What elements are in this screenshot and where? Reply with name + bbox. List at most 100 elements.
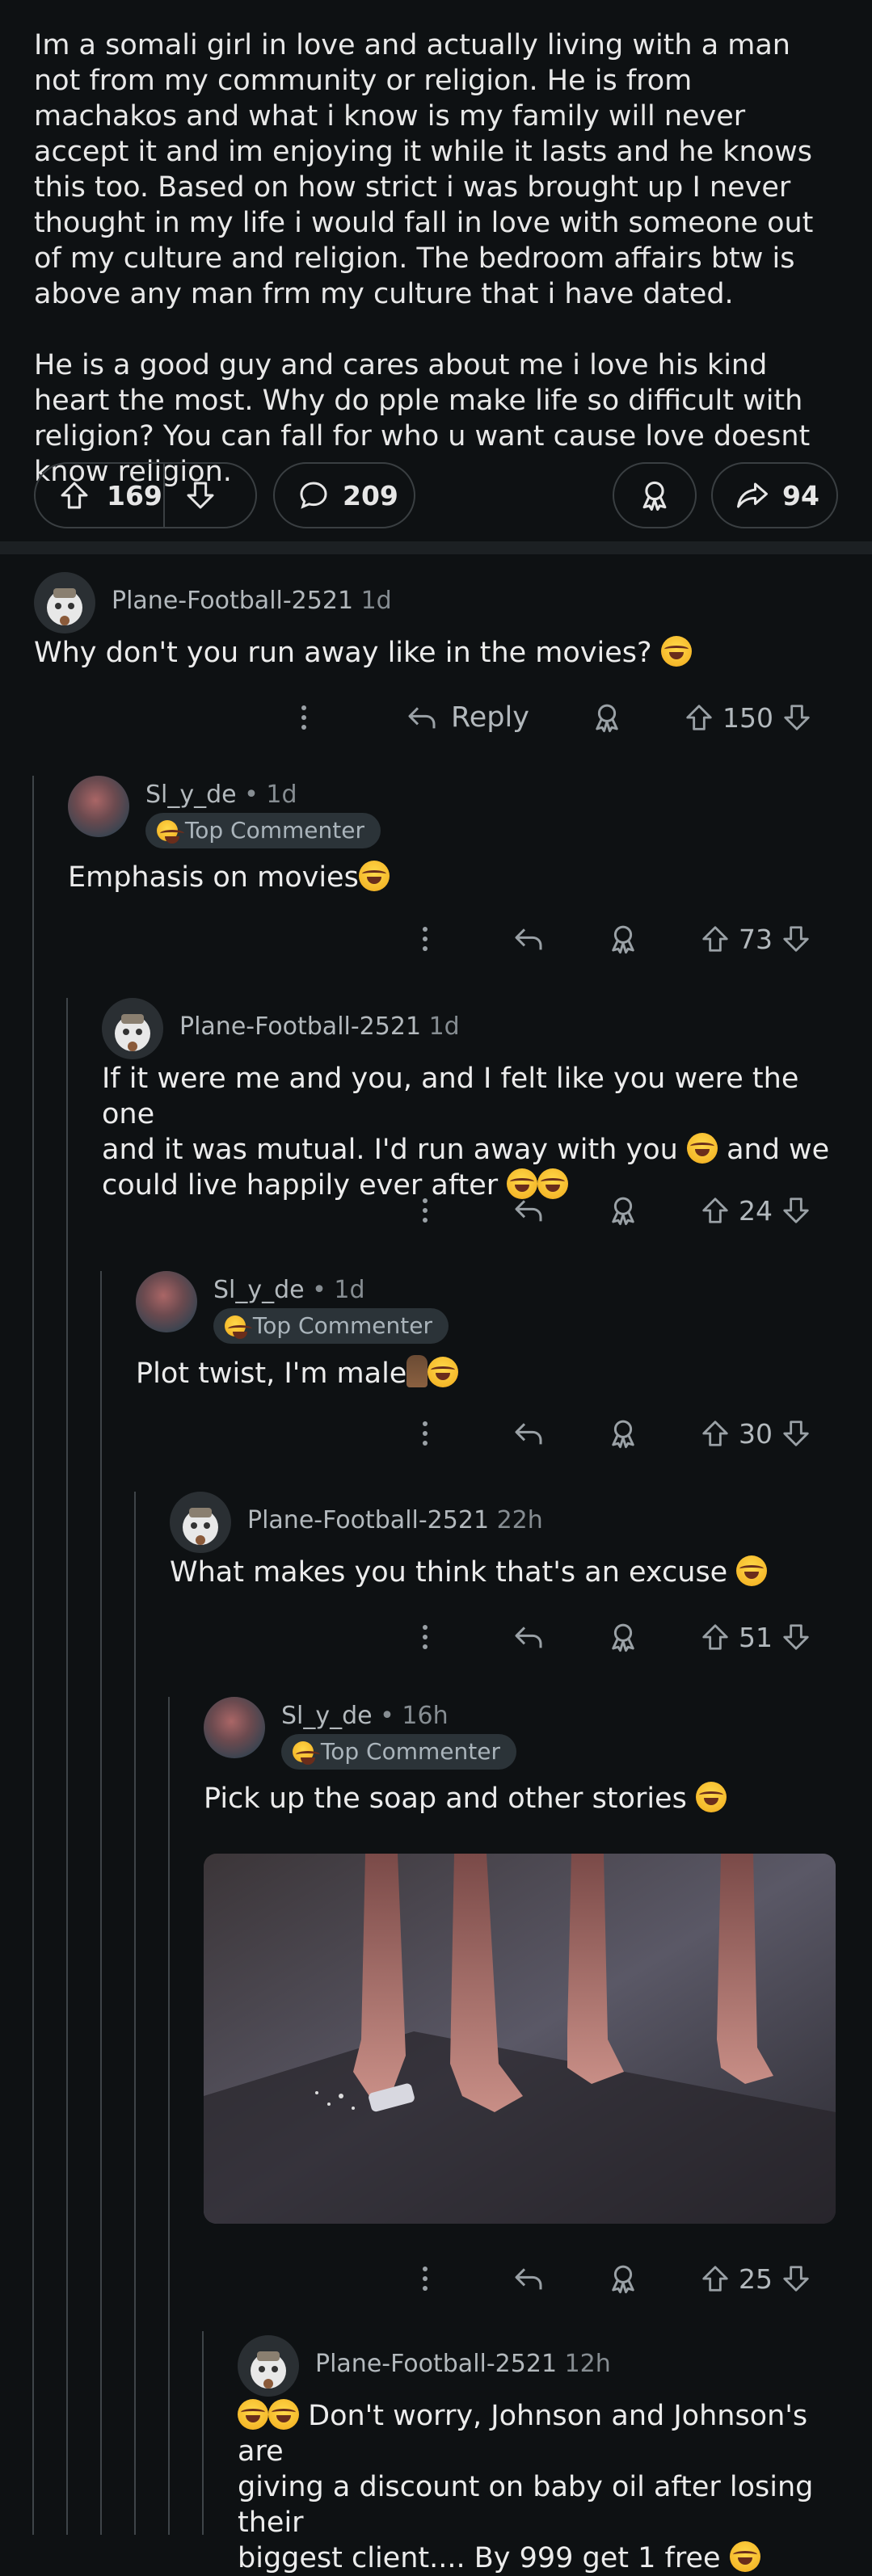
vote-control: 51 (700, 1613, 811, 1661)
reply-icon[interactable] (512, 915, 545, 963)
username[interactable]: Sl_y_de (213, 1276, 305, 1304)
comment-text-line: What makes you think that's an excuse (170, 1556, 728, 1589)
badge-label: Top Commenter (320, 1738, 500, 1765)
avatar[interactable] (204, 1697, 265, 1758)
comment-text-line: Plot twist, I'm male (136, 1357, 407, 1390)
downvote-icon[interactable] (781, 1195, 811, 1226)
badge-label: Top Commenter (252, 1312, 432, 1339)
post-vote-pill: 169 (34, 462, 257, 528)
upvote-icon[interactable] (700, 1195, 731, 1226)
more-icon[interactable] (420, 915, 430, 963)
vote-divider (163, 462, 165, 528)
award-icon[interactable] (606, 2254, 640, 2303)
comment-header: Plane-Football-2521 12h (238, 2335, 872, 2400)
comment-actions: 51 (420, 1613, 849, 1661)
award-icon[interactable] (606, 1409, 640, 1458)
laughing-emoji-icon (268, 2399, 299, 2430)
avatar[interactable] (136, 1271, 197, 1332)
downvote-icon[interactable] (184, 479, 217, 511)
reply-icon[interactable] (512, 1186, 545, 1235)
upvote-icon[interactable] (700, 924, 731, 954)
more-icon[interactable] (420, 1186, 430, 1235)
timestamp: 1d (360, 587, 392, 615)
thread-line (202, 2331, 204, 2535)
comment-text: Don't worry, Johnson and Johnson's are g… (238, 2398, 852, 2576)
more-icon[interactable] (420, 1613, 430, 1661)
comment-author[interactable]: Plane-Football-2521 12h (315, 2350, 611, 2378)
comment: Plane-Football-2521 1d If it were me and… (102, 998, 845, 1202)
comment-header: Sl_y_de • 1d Top Commenter (68, 776, 795, 848)
comment-author[interactable]: Sl_y_de • 1d (213, 1276, 365, 1304)
timestamp: • 1d (304, 1276, 365, 1304)
avatar[interactable] (238, 2335, 299, 2397)
upvote-icon[interactable] (700, 2263, 731, 2294)
comment-author[interactable]: Sl_y_de • 16h (281, 1702, 449, 1730)
comment: Plane-Football-2521 22h What makes you t… (170, 1492, 849, 1613)
comment-text: Why don't you run away like in the movie… (34, 635, 692, 671)
thread-line (32, 776, 34, 2535)
username[interactable]: Sl_y_de (281, 1702, 373, 1730)
downvote-icon[interactable] (781, 702, 812, 733)
flair-emoji-icon (225, 1315, 252, 1339)
thread-line (100, 1271, 102, 2535)
username[interactable]: Plane-Football-2521 (315, 2350, 557, 2378)
comment-text-line: Emphasis on movies (68, 861, 359, 894)
upvote-icon[interactable] (684, 702, 714, 733)
comment-author[interactable]: Sl_y_de • 1d (145, 781, 297, 809)
comment-text: If it were me and you, and I felt like y… (102, 1061, 845, 1203)
comment-text-line: and it was mutual. I'd run away with you… (102, 1132, 845, 1168)
avatar[interactable] (34, 572, 95, 633)
comment-author[interactable]: Plane-Football-2521 1d (179, 1012, 460, 1041)
comment: Sl_y_de • 1d Top Commenter Emphasis on m… (68, 776, 844, 921)
flair-emoji-icon (157, 820, 184, 844)
comment-text: Emphasis on movies (68, 860, 390, 895)
gif-media[interactable] (204, 1854, 836, 2224)
post-upvote-count: 169 (107, 479, 162, 511)
award-icon[interactable] (590, 693, 624, 742)
reply-icon[interactable] (512, 1409, 545, 1458)
vote-count: 73 (739, 923, 773, 955)
downvote-icon[interactable] (781, 1622, 811, 1652)
vote-control: 24 (700, 1186, 811, 1235)
username[interactable]: Sl_y_de (145, 781, 237, 809)
comment-author[interactable]: Plane-Football-2521 1d (112, 587, 392, 615)
vote-count: 150 (722, 701, 773, 734)
award-icon[interactable] (606, 915, 640, 963)
downvote-icon[interactable] (781, 924, 811, 954)
thread-line (134, 1492, 136, 2535)
username[interactable]: Plane-Football-2521 (112, 587, 353, 615)
username[interactable]: Plane-Football-2521 (247, 1506, 489, 1534)
badge-label: Top Commenter (184, 817, 364, 844)
upvote-icon[interactable] (58, 479, 91, 511)
vote-control: 150 (684, 693, 812, 742)
upvote-icon[interactable] (700, 1418, 731, 1449)
comment-text-fragment: Don't worry, Johnson and Johnson's are (238, 2400, 808, 2468)
more-icon[interactable] (420, 1409, 430, 1458)
downvote-icon[interactable] (781, 2263, 811, 2294)
laughing-emoji-icon (729, 2541, 760, 2572)
comment-count: 209 (343, 479, 398, 511)
share-icon (737, 482, 768, 508)
comment-text: Plot twist, I'm male (136, 1355, 459, 1391)
award-icon[interactable] (606, 1186, 640, 1235)
username[interactable]: Plane-Football-2521 (179, 1012, 421, 1041)
share-button[interactable]: 94 (711, 462, 838, 528)
reply-button[interactable]: Reply (406, 693, 529, 742)
comments-button[interactable]: 209 (273, 462, 415, 528)
avatar[interactable] (170, 1492, 231, 1553)
avatar[interactable] (102, 998, 163, 1059)
downvote-icon[interactable] (781, 1418, 811, 1449)
comment-header: Sl_y_de • 16h Top Commenter (204, 1697, 872, 1770)
timestamp: 12h (564, 2350, 611, 2378)
comment-author[interactable]: Plane-Football-2521 22h (247, 1506, 543, 1534)
more-icon[interactable] (420, 2254, 430, 2303)
upvote-icon[interactable] (700, 1622, 731, 1652)
avatar[interactable] (68, 776, 129, 837)
comment-header: Plane-Football-2521 1d (34, 572, 761, 637)
reply-icon[interactable] (512, 1613, 545, 1661)
reply-icon[interactable] (512, 2254, 545, 2303)
post-body: Im a somali girl in love and actually li… (0, 0, 872, 490)
award-icon[interactable] (606, 1613, 640, 1661)
award-button[interactable] (613, 462, 697, 528)
more-icon[interactable] (299, 693, 309, 742)
